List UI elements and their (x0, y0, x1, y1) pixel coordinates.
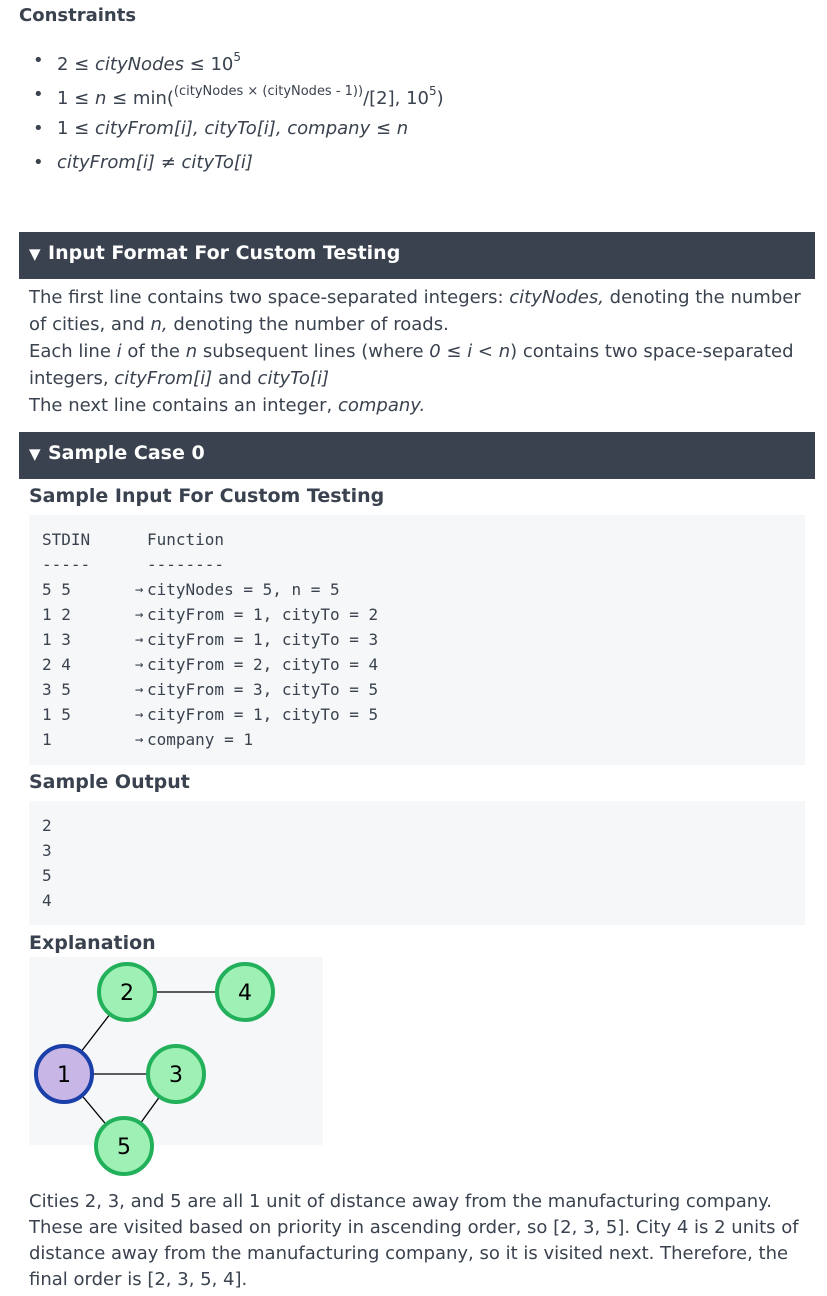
constraint-var: cityFrom[i], cityTo[i], company (94, 118, 371, 139)
separator: ----- (42, 555, 91, 574)
input-format-description: The first line contains two space-separa… (29, 284, 809, 419)
sample-output-heading: Sample Output (29, 771, 190, 793)
constraint-var: n (396, 118, 409, 139)
bullet-icon: • (33, 84, 44, 105)
constraint-text: ) (436, 88, 444, 109)
constraint-var: cityFrom[i] (57, 152, 155, 173)
graph-node-label: 2 (120, 981, 134, 1006)
explanation-graph: 1 2 3 4 5 (29, 957, 323, 1176)
arrow-icon: → (135, 607, 144, 623)
text: n, (150, 314, 168, 335)
sample-case-toggle[interactable]: ▼ Sample Case 0 (19, 432, 815, 479)
explanation-heading: Explanation (29, 932, 156, 954)
constraint-text: ≤ (370, 118, 397, 139)
function-value: cityFrom = 1, cityTo = 2 (147, 605, 379, 624)
bullet-icon: • (33, 50, 44, 71)
constraint-text: 1 ≤ (57, 118, 95, 139)
arrow-icon: → (135, 632, 144, 648)
text: 0 ≤ i < n (429, 341, 511, 362)
arrow-icon: → (135, 657, 144, 673)
caret-down-icon: ▼ (29, 445, 41, 463)
bullet-icon: • (33, 118, 44, 139)
constraint-var: cityNodes (94, 54, 184, 75)
constraint-text: ≤ min( (106, 88, 174, 109)
function-value: cityFrom = 2, cityTo = 4 (147, 655, 379, 674)
sample-case-heading: Sample Case 0 (48, 442, 205, 464)
text: denoting the number of roads. (167, 314, 449, 335)
constraint-item: • cityFrom[i] ≠ cityTo[i] (0, 152, 444, 186)
arrow-icon: → (135, 582, 144, 598)
sample-output-block: 2 3 5 4 (29, 801, 805, 925)
bullet-icon: • (33, 152, 44, 173)
graph-diagram: 1 2 3 4 5 (34, 962, 275, 1176)
constraints-list: • 2 ≤ cityNodes ≤ 105 • 1 ≤ n ≤ min((cit… (0, 50, 444, 186)
text: cityNodes, (509, 287, 604, 308)
text: subsequent lines (where (197, 341, 430, 362)
constraint-text: /[2], 10 (363, 88, 430, 109)
sample-input-block: STDIN Function ----- -------- 5 5 → cityNo… (29, 515, 805, 765)
constraint-item: • 1 ≤ n ≤ min((cityNodes × (cityNodes - … (0, 84, 444, 118)
stdin-value: 1 2 (42, 605, 71, 624)
arrow-icon: → (135, 707, 144, 723)
function-value: cityFrom = 1, cityTo = 5 (147, 705, 379, 724)
function-value: cityNodes = 5, n = 5 (147, 580, 340, 599)
stdin-value: 1 5 (42, 705, 71, 724)
input-format-toggle[interactable]: ▼ Input Format For Custom Testing (19, 232, 815, 279)
stdin-value: 5 5 (42, 580, 71, 599)
caret-down-icon: ▼ (29, 245, 41, 263)
separator: -------- (147, 555, 225, 574)
constraints-heading: Constraints (19, 5, 137, 26)
text: Each line (29, 341, 117, 362)
graph-node-label: 4 (238, 981, 252, 1006)
text: company. (337, 395, 426, 416)
stdin-value: 3 5 (42, 680, 71, 699)
output-line: 3 (42, 841, 52, 860)
constraint-text: 1 ≤ (57, 88, 95, 109)
output-line: 5 (42, 866, 52, 885)
constraint-item: • 2 ≤ cityNodes ≤ 105 (0, 50, 444, 84)
arrow-icon: → (135, 732, 144, 748)
text: n (185, 341, 198, 362)
output-line: 4 (42, 891, 52, 910)
constraint-var: n (94, 88, 107, 109)
function-value: cityFrom = 3, cityTo = 5 (147, 680, 379, 699)
constraint-var: cityTo[i] (181, 152, 253, 173)
arrow-icon: → (135, 682, 144, 698)
text: cityFrom[i] (114, 368, 213, 389)
constraint-item: • 1 ≤ cityFrom[i], cityTo[i], company ≤ … (0, 118, 444, 152)
function-value: company = 1 (147, 730, 253, 749)
input-format-heading: Input Format For Custom Testing (48, 242, 401, 264)
output-line: 2 (42, 816, 52, 835)
text: of the (121, 341, 186, 362)
text: and (212, 368, 258, 389)
stdin-value: 2 4 (42, 655, 71, 674)
text: The next line contains an integer, (29, 395, 338, 416)
text: cityTo[i] (257, 368, 329, 389)
function-value: cityFrom = 1, cityTo = 3 (147, 630, 379, 649)
constraint-text: ≠ (154, 152, 182, 173)
text: The first line contains two space-separa… (29, 287, 510, 308)
function-header: Function (147, 530, 225, 549)
graph-node-label: 5 (117, 1135, 131, 1160)
constraint-text: ≤ 10 (183, 54, 234, 75)
explanation-text: Cities 2, 3, and 5 are all 1 unit of dis… (29, 1191, 799, 1290)
graph-node-label: 1 (57, 1063, 71, 1088)
stdin-value: 1 3 (42, 630, 71, 649)
constraint-sup: 5 (233, 50, 242, 64)
stdin-header: STDIN (42, 530, 91, 549)
sample-input-heading: Sample Input For Custom Testing (29, 485, 385, 507)
constraint-text: 2 ≤ (57, 54, 95, 75)
constraint-fraction: (cityNodes × (cityNodes - 1)) (173, 84, 364, 99)
stdin-value: 1 (42, 730, 52, 749)
graph-node-label: 3 (169, 1063, 183, 1088)
constraint-sup: 5 (429, 84, 437, 98)
